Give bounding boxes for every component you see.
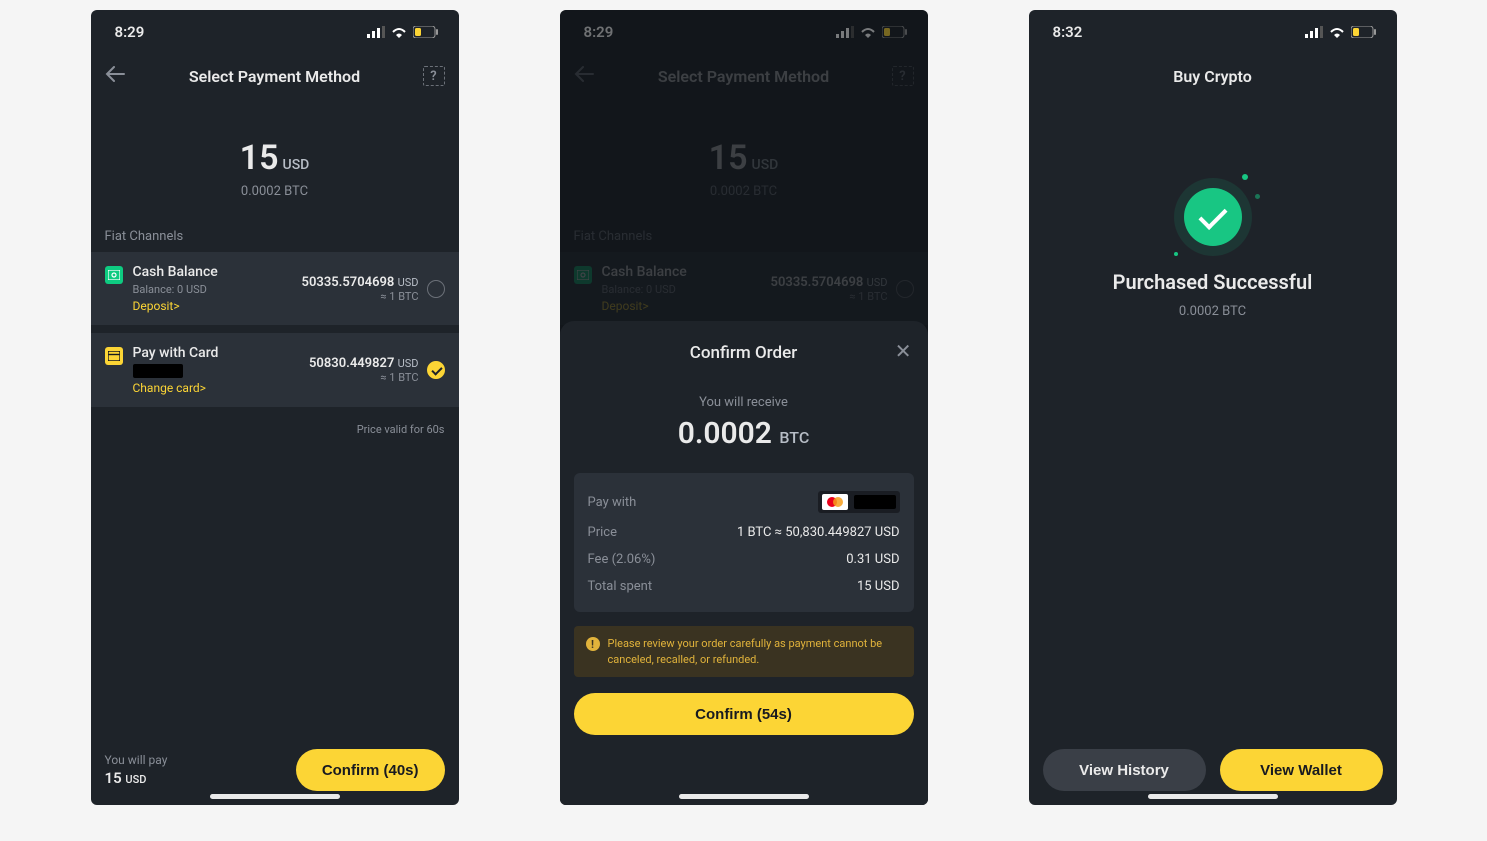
status-icons [836,26,908,38]
help-button[interactable]: ? [423,66,445,86]
card-title: Pay with Card [133,345,299,361]
success-amount: 0.0002 BTC [1179,304,1246,319]
amount-block: 15USD 0.0002 BTC [91,98,459,219]
cash-title: Cash Balance [133,264,292,280]
home-indicator[interactable] [1148,794,1278,799]
section-fiat-channels: Fiat Channels [91,219,459,252]
total-value: 15 USD [857,579,900,594]
cash-radio[interactable] [427,280,445,298]
price-label: Price [588,525,617,540]
warning-icon: ! [586,637,600,651]
crypto-equivalent: 0.0002 BTC [91,184,459,199]
cash-approx: ≈ 1 BTC [302,290,419,303]
home-indicator[interactable] [679,794,809,799]
deposit-link[interactable]: Deposit> [133,299,292,313]
battery-icon [882,26,908,38]
view-history-button[interactable]: View History [1043,749,1206,791]
fiat-amount: 15USD [560,138,928,178]
card-icon [105,347,123,365]
screen-select-payment: 8:29 Select Payment Method ? 15USD 0.000… [91,10,459,805]
status-time: 8:29 [115,23,145,41]
battery-icon [1351,26,1377,38]
cash-radio [896,280,914,298]
success-block: Purchased Successful 0.0002 BTC [1029,98,1397,735]
total-label: Total spent [588,579,653,594]
status-bar: 8:29 [91,10,459,54]
status-icons [1305,26,1377,38]
success-check-icon [1184,188,1242,246]
confirm-order-sheet: Confirm Order ✕ You will receive 0.0002 … [560,321,928,805]
receive-label: You will receive [574,395,914,410]
fee-label: Fee (2.06%) [588,552,656,567]
cash-icon [105,266,123,284]
status-bar: 8:29 [560,10,928,54]
cash-rate: 50335.5704698 USD [302,275,419,290]
you-will-pay-label: You will pay [105,753,284,767]
cash-balance: Balance: 0 USD [133,283,292,296]
card-radio[interactable] [427,361,445,379]
back-button[interactable] [574,66,594,86]
pay-with-label: Pay with [588,495,637,510]
success-title: Purchased Successful [1113,270,1313,294]
section-fiat-channels: Fiat Channels [560,219,928,252]
card-number-masked [854,495,896,509]
pay-with-card [818,491,900,513]
header-title: Select Payment Method [658,67,829,86]
screen-header: Select Payment Method ? [91,54,459,98]
screen-confirm-order: 8:29 Select Payment Method ? 15USD 0.000… [560,10,928,805]
price-value: 1 BTC ≈ 50,830.449827 USD [737,525,900,540]
receive-amount: 0.0002 BTC [574,416,914,451]
cash-icon [574,266,592,284]
confirm-button[interactable]: Confirm (40s) [296,749,445,791]
mastercard-icon [822,494,848,510]
payment-option-card[interactable]: Pay with Card Change card> 50830.449827 … [91,333,459,415]
crypto-equivalent: 0.0002 BTC [560,184,928,199]
wifi-icon [391,26,407,38]
card-rate: 50830.449827 USD [309,356,419,371]
screen-header: Buy Crypto [1029,54,1397,98]
confirm-button[interactable]: Confirm (54s) [574,693,914,735]
card-number-masked [133,364,183,378]
status-time: 8:32 [1053,23,1083,41]
warning-text: Please review your order carefully as pa… [608,636,902,667]
status-icons [367,26,439,38]
home-indicator[interactable] [210,794,340,799]
cellular-icon [836,26,854,38]
view-wallet-button[interactable]: View Wallet [1220,749,1383,791]
status-time: 8:29 [584,23,614,41]
change-card-link[interactable]: Change card> [133,381,299,395]
status-bar: 8:32 [1029,10,1397,54]
price-valid-label: Price valid for 60s [91,415,459,444]
sheet-title: Confirm Order [690,343,797,363]
order-details: Pay with Price 1 BTC ≈ 50,830.449827 USD… [574,473,914,612]
header-title: Select Payment Method [189,67,360,86]
back-button[interactable] [105,66,125,86]
warning-banner: ! Please review your order carefully as … [574,626,914,677]
fiat-amount: 15USD [91,138,459,178]
amount-block: 15USD 0.0002 BTC [560,98,928,219]
screen-purchase-success: 8:32 Buy Crypto Purchased Successful 0.0… [1029,10,1397,805]
cellular-icon [367,26,385,38]
wifi-icon [1329,26,1345,38]
payment-option-cash[interactable]: Cash Balance Balance: 0 USD Deposit> 503… [91,252,459,333]
header-title: Buy Crypto [1173,67,1252,86]
cellular-icon [1305,26,1323,38]
card-approx: ≈ 1 BTC [309,371,419,384]
wifi-icon [860,26,876,38]
fee-value: 0.31 USD [846,552,899,567]
you-will-pay-value: 15 USD [105,769,284,787]
screen-header: Select Payment Method ? [560,54,928,98]
close-button[interactable]: ✕ [895,339,912,363]
battery-icon [413,26,439,38]
help-button[interactable]: ? [892,66,914,86]
